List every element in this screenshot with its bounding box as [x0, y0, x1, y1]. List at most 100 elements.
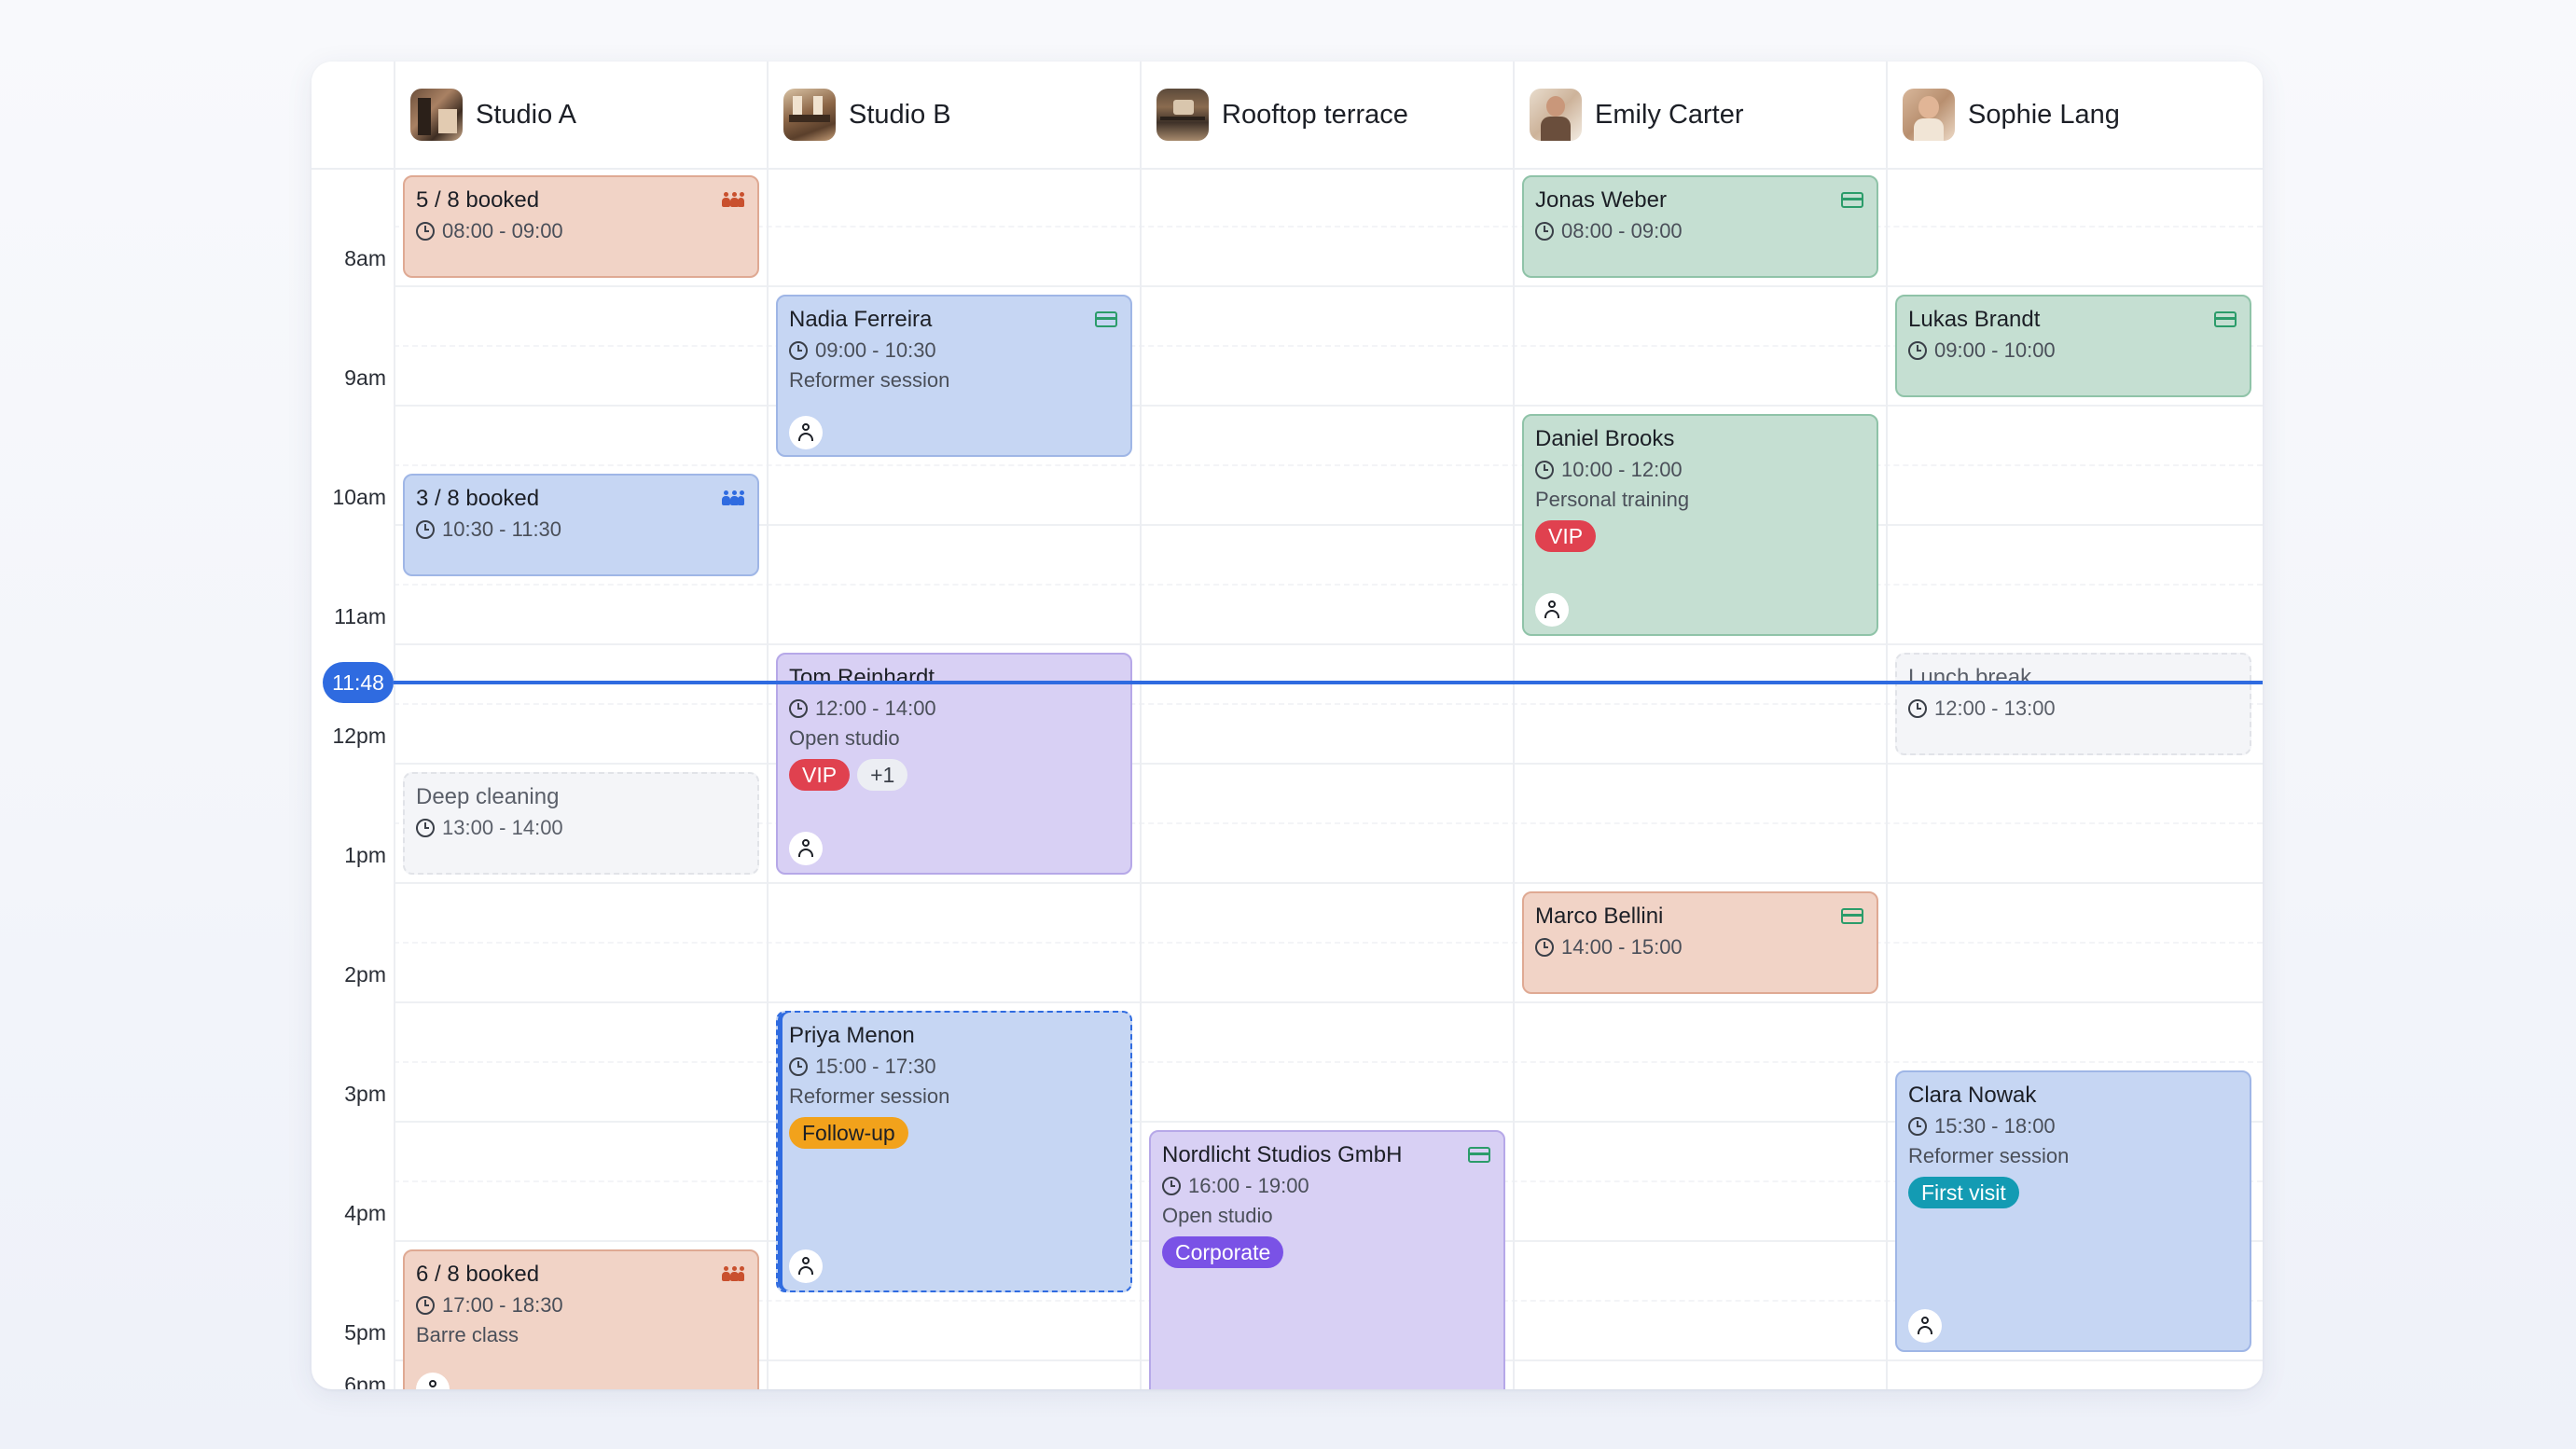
- event-title: Lukas Brandt: [1908, 307, 2041, 332]
- time-label: 10am: [332, 485, 386, 509]
- clock-icon: [416, 222, 435, 241]
- person-icon[interactable]: [789, 416, 823, 449]
- event-title: 3 / 8 booked: [416, 486, 540, 511]
- event-time: 16:00 - 19:00: [1162, 1173, 1492, 1199]
- event-card[interactable]: 6 / 8 booked 17:00 - 18:30 Barre class: [403, 1249, 759, 1389]
- card-icon: [1841, 908, 1863, 924]
- resource-rooftop-terrace[interactable]: Rooftop terrace: [1140, 62, 1513, 168]
- clock-icon: [416, 819, 435, 837]
- event-card[interactable]: Nordlicht Studios GmbH 16:00 - 19:00 Ope…: [1149, 1130, 1505, 1389]
- column-divider: [767, 168, 769, 1389]
- person-icon[interactable]: [1535, 593, 1569, 627]
- event-time: 15:30 - 18:00: [1908, 1113, 2238, 1139]
- event-time: 13:00 - 14:00: [416, 815, 746, 841]
- studio-b-photo: [783, 89, 836, 141]
- event-time-text: 10:30 - 11:30: [442, 518, 562, 541]
- person-icon[interactable]: [1908, 1309, 1942, 1343]
- event-time: 17:00 - 18:30: [416, 1292, 746, 1318]
- event-time-text: 13:00 - 14:00: [442, 816, 563, 839]
- group-icon: [722, 490, 744, 505]
- hour-line: [394, 643, 2263, 645]
- event-card[interactable]: Clara Nowak 15:30 - 18:00 Reformer sessi…: [1895, 1070, 2251, 1352]
- vip-badge: VIP: [1535, 520, 1597, 552]
- card-icon: [2214, 311, 2237, 327]
- time-label: 5pm: [344, 1320, 386, 1345]
- column-divider: [394, 168, 395, 1389]
- event-card[interactable]: Nadia Ferreira 09:00 - 10:30 Reformer se…: [776, 295, 1132, 457]
- half-hour-line: [394, 584, 2263, 586]
- time-label: 11am: [334, 604, 386, 628]
- resource-studio-a[interactable]: Studio A: [394, 62, 767, 168]
- event-title: Tom Reinhardt: [789, 665, 935, 690]
- event-card[interactable]: Daniel Brooks 10:00 - 12:00 Personal tra…: [1522, 414, 1878, 636]
- person-icon[interactable]: [789, 1249, 823, 1283]
- column-divider: [1513, 168, 1515, 1389]
- resource-emily-carter[interactable]: Emily Carter: [1513, 62, 1886, 168]
- card-icon: [1841, 192, 1863, 208]
- event-card[interactable]: Tom Reinhardt 12:00 - 14:00 Open studio …: [776, 653, 1132, 875]
- clock-icon: [416, 1296, 435, 1315]
- event-description: Open studio: [1162, 1204, 1273, 1227]
- event-card[interactable]: 3 / 8 booked 10:30 - 11:30: [403, 474, 759, 576]
- half-hour-line: [394, 942, 2263, 944]
- event-card[interactable]: Lunch break 12:00 - 13:00: [1895, 653, 2251, 755]
- event-card[interactable]: Deep cleaning 13:00 - 14:00: [403, 772, 759, 875]
- emily-carter-photo: [1530, 89, 1582, 141]
- event-card[interactable]: Marco Bellini 14:00 - 15:00: [1522, 891, 1878, 994]
- resource-name: Emily Carter: [1595, 99, 1744, 130]
- event-card[interactable]: Jonas Weber 08:00 - 09:00: [1522, 175, 1878, 278]
- rooftop-terrace-photo: [1156, 89, 1209, 141]
- event-time: 12:00 - 14:00: [789, 696, 1119, 722]
- event-time-text: 08:00 - 09:00: [1561, 219, 1683, 242]
- event-time: 14:00 - 15:00: [1535, 934, 1865, 960]
- clock-icon: [1535, 461, 1554, 479]
- clock-icon: [416, 520, 435, 539]
- event-card[interactable]: Lukas Brandt 09:00 - 10:00: [1895, 295, 2251, 397]
- time-label: 6pm: [344, 1373, 386, 1389]
- resource-studio-b[interactable]: Studio B: [767, 62, 1140, 168]
- calendar-grid[interactable]: 8am 9am 10am 11am 12pm 1pm 2pm 3pm 4pm 5…: [312, 168, 2263, 1389]
- corporate-badge: Corporate: [1162, 1236, 1284, 1268]
- person-icon[interactable]: [789, 832, 823, 865]
- half-hour-line: [394, 464, 2263, 466]
- event-title: Deep cleaning: [416, 784, 560, 809]
- event-description: Barre class: [416, 1323, 519, 1346]
- event-card-selected[interactable]: Priya Menon 15:00 - 17:30 Reformer sessi…: [776, 1011, 1132, 1292]
- event-description: Reformer session: [789, 1084, 950, 1108]
- resource-sophie-lang[interactable]: Sophie Lang: [1886, 62, 2263, 168]
- event-title: Clara Nowak: [1908, 1083, 2037, 1108]
- event-time-text: 09:00 - 10:00: [1934, 338, 2056, 362]
- vip-badge: VIP: [789, 759, 851, 791]
- event-time-text: 12:00 - 14:00: [815, 697, 936, 720]
- resource-name: Sophie Lang: [1968, 99, 2120, 130]
- time-label: 4pm: [344, 1201, 386, 1225]
- first-visit-badge: First visit: [1908, 1177, 2019, 1208]
- event-title: 5 / 8 booked: [416, 187, 540, 213]
- event-time: 10:30 - 11:30: [416, 517, 746, 543]
- more-tags-badge[interactable]: +1: [857, 759, 908, 791]
- card-icon: [1095, 311, 1117, 327]
- studio-a-photo: [410, 89, 463, 141]
- hour-line: [394, 882, 2263, 884]
- clock-icon: [1535, 222, 1554, 241]
- current-time-line: [394, 681, 2263, 684]
- time-label: 9am: [344, 366, 386, 390]
- event-time-text: 12:00 - 13:00: [1934, 697, 2056, 720]
- event-time-text: 10:00 - 12:00: [1561, 458, 1683, 481]
- event-time-text: 14:00 - 15:00: [1561, 935, 1683, 959]
- hour-line: [394, 763, 2263, 765]
- event-description: Reformer session: [1908, 1144, 2070, 1167]
- event-card[interactable]: 5 / 8 booked 08:00 - 09:00: [403, 175, 759, 278]
- current-time-pill: 11:48: [323, 662, 394, 703]
- person-icon[interactable]: [416, 1373, 450, 1389]
- clock-icon: [789, 1057, 808, 1076]
- event-time: 12:00 - 13:00: [1908, 696, 2238, 722]
- event-title: Priya Menon: [789, 1023, 915, 1048]
- event-description: Reformer session: [789, 368, 950, 392]
- event-time-text: 17:00 - 18:30: [442, 1293, 563, 1317]
- event-title: Jonas Weber: [1535, 187, 1667, 213]
- time-label: 2pm: [344, 962, 386, 987]
- event-time: 09:00 - 10:30: [789, 338, 1119, 364]
- event-time-text: 15:00 - 17:30: [815, 1055, 936, 1078]
- clock-icon: [1535, 938, 1554, 957]
